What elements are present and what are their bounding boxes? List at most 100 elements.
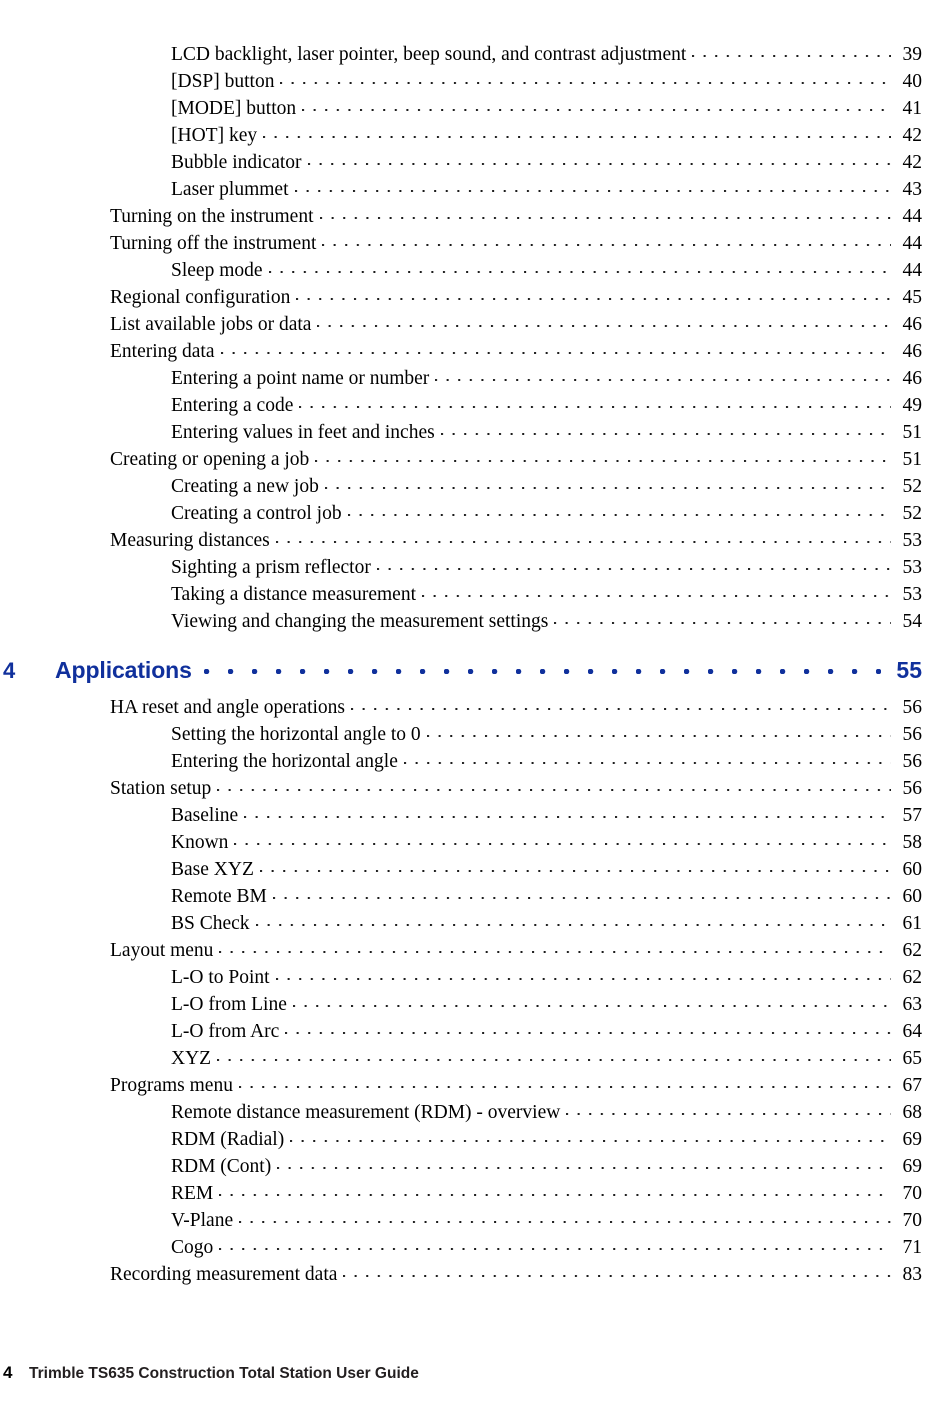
toc-entry-row[interactable]: Creating a new job 52 xyxy=(0,476,930,503)
toc-entry-row[interactable]: Laser plummet 43 xyxy=(0,179,930,206)
toc-entry-page-number: 44 xyxy=(902,260,923,281)
dot-leader xyxy=(292,994,891,1010)
toc-entry-row[interactable]: Turning off the instrument 44 xyxy=(0,233,930,260)
toc-entry-page-number: 70 xyxy=(902,1183,923,1204)
toc-entry-row[interactable]: Known 58 xyxy=(0,832,930,859)
dot-leader xyxy=(296,287,891,303)
toc-entry-row[interactable]: Regional configuration 45 xyxy=(0,287,930,314)
toc-entry-row[interactable]: List available jobs or data 46 xyxy=(0,314,930,341)
toc-entry-row[interactable]: Baseline 57 xyxy=(0,805,930,832)
dot-leader xyxy=(217,778,891,794)
toc-entry-row[interactable]: L-O from Arc 64 xyxy=(0,1021,930,1048)
toc-entry-row[interactable]: RDM (Radial) 69 xyxy=(0,1129,930,1156)
toc-entry-title: [DSP] button xyxy=(171,71,275,92)
footer-document-title: Trimble TS635 Construction Total Station… xyxy=(29,1365,419,1382)
dot-leader xyxy=(440,422,891,438)
toc-entry-page-number: 53 xyxy=(902,530,923,551)
toc-entry-row[interactable]: Cogo 71 xyxy=(0,1237,930,1264)
toc-entry-page-number: 55 xyxy=(896,657,922,683)
toc-entry-title: Creating a new job xyxy=(171,476,319,497)
toc-chapter-row[interactable]: 4 Applications 55 xyxy=(0,659,930,686)
toc-entry-row[interactable]: Recording measurement data 83 xyxy=(0,1264,930,1291)
toc-entry-title: Sleep mode xyxy=(171,260,263,281)
dot-leader xyxy=(422,584,891,600)
toc-entry-title: HA reset and angle operations xyxy=(110,697,346,718)
toc-entry-row[interactable]: Programs menu 67 xyxy=(0,1075,930,1102)
dot-leader xyxy=(203,662,881,678)
toc-entry-row[interactable]: L-O from Line 63 xyxy=(0,994,930,1021)
toc-entry-title: Entering a point name or number xyxy=(171,368,430,389)
toc-entry-row[interactable]: Creating a control job 52 xyxy=(0,503,930,530)
toc-entry-page-number: 46 xyxy=(902,368,923,389)
toc-entry-title: Turning on the instrument xyxy=(110,206,314,227)
toc-entry-row[interactable]: Viewing and changing the measurement set… xyxy=(0,611,930,638)
toc-entry-page-number: 46 xyxy=(902,341,923,362)
toc-entry-row[interactable]: Base XYZ 60 xyxy=(0,859,930,886)
toc-entry-row[interactable]: Setting the horizontal angle to 0 56 xyxy=(0,724,930,751)
toc-entry-row[interactable]: Creating or opening a job 51 xyxy=(0,449,930,476)
toc-entry-row[interactable]: Station setup 56 xyxy=(0,778,930,805)
toc-entry-title: L-O to Point xyxy=(171,967,270,988)
toc-entry-row[interactable]: Entering data 46 xyxy=(0,341,930,368)
toc-entry-row[interactable]: Bubble indicator 42 xyxy=(0,152,930,179)
toc-entry-page-number: 60 xyxy=(902,886,923,907)
toc-entry-title: Bubble indicator xyxy=(171,152,302,173)
toc-entry-page-number: 56 xyxy=(902,724,923,745)
dot-leader xyxy=(219,940,891,956)
toc-entry-row[interactable]: RDM (Cont) 69 xyxy=(0,1156,930,1183)
toc-entry-row[interactable]: REM 70 xyxy=(0,1183,930,1210)
toc-entry-title: Known xyxy=(171,832,229,853)
toc-entry-title: Taking a distance measurement xyxy=(171,584,416,605)
toc-entry-row[interactable]: Remote BM 60 xyxy=(0,886,930,913)
toc-entry-title: Entering a code xyxy=(171,395,294,416)
toc-entry-row[interactable]: [HOT] key 42 xyxy=(0,125,930,152)
toc-entry-title: Creating or opening a job xyxy=(110,449,310,470)
toc-entry-page-number: 67 xyxy=(902,1075,923,1096)
dot-leader xyxy=(220,341,892,357)
toc-entry-row[interactable]: LCD backlight, laser pointer, beep sound… xyxy=(0,44,930,71)
toc-entry-page-number: 62 xyxy=(902,940,923,961)
toc-entry-page-number: 44 xyxy=(902,233,923,254)
toc-entry-title: List available jobs or data xyxy=(110,314,312,335)
toc-entry-page-number: 83 xyxy=(902,1264,923,1285)
toc-entry-title: Recording measurement data xyxy=(110,1264,338,1285)
dot-leader xyxy=(275,967,891,983)
toc-entry-row[interactable]: [DSP] button 40 xyxy=(0,71,930,98)
toc-entry-row[interactable]: Layout menu 62 xyxy=(0,940,930,967)
toc-entry-page-number: 60 xyxy=(902,859,923,880)
dot-leader xyxy=(347,503,891,519)
toc-entry-row[interactable]: L-O to Point 62 xyxy=(0,967,930,994)
toc-entry-row[interactable]: HA reset and angle operations 56 xyxy=(0,697,930,724)
toc-entry-row[interactable]: Entering a point name or number 46 xyxy=(0,368,930,395)
toc-chapter-number: 4 xyxy=(3,658,16,683)
toc-entry-row[interactable]: XYZ 65 xyxy=(0,1048,930,1075)
toc-entry-row[interactable]: Sleep mode 44 xyxy=(0,260,930,287)
toc-entry-row[interactable]: Taking a distance measurement 53 xyxy=(0,584,930,611)
dot-leader xyxy=(322,233,891,249)
toc-entry-title: Base XYZ xyxy=(171,859,254,880)
toc-entry-row[interactable]: Entering a code 49 xyxy=(0,395,930,422)
toc-entry-row[interactable]: Turning on the instrument 44 xyxy=(0,206,930,233)
toc-entry-row[interactable]: Entering values in feet and inches 51 xyxy=(0,422,930,449)
toc-entry-row[interactable]: V-Plane 70 xyxy=(0,1210,930,1237)
dot-leader xyxy=(566,1102,891,1118)
toc-entry-page-number: 42 xyxy=(902,125,923,146)
toc-entry-row[interactable]: Entering the horizontal angle 56 xyxy=(0,751,930,778)
dot-leader xyxy=(277,1156,891,1172)
dot-leader xyxy=(351,697,891,713)
toc-entry-row[interactable]: BS Check 61 xyxy=(0,913,930,940)
dot-leader xyxy=(272,886,891,902)
dot-leader xyxy=(315,449,891,465)
toc-entry-title: Creating a control job xyxy=(171,503,342,524)
dot-leader xyxy=(692,44,891,60)
toc-entry-row[interactable]: Remote distance measurement (RDM) - over… xyxy=(0,1102,930,1129)
toc-entry-row[interactable]: Measuring distances 53 xyxy=(0,530,930,557)
toc-entry-page-number: 56 xyxy=(902,751,923,772)
toc-entry-list: LCD backlight, laser pointer, beep sound… xyxy=(0,44,930,1291)
toc-entry-page-number: 62 xyxy=(902,967,923,988)
toc-entry-page-number: 53 xyxy=(902,557,923,578)
toc-entry-row[interactable]: [MODE] button 41 xyxy=(0,98,930,125)
toc-entry-title: Programs menu xyxy=(110,1075,233,1096)
toc-entry-row[interactable]: Sighting a prism reflector 53 xyxy=(0,557,930,584)
toc-entry-title: Regional configuration xyxy=(110,287,291,308)
